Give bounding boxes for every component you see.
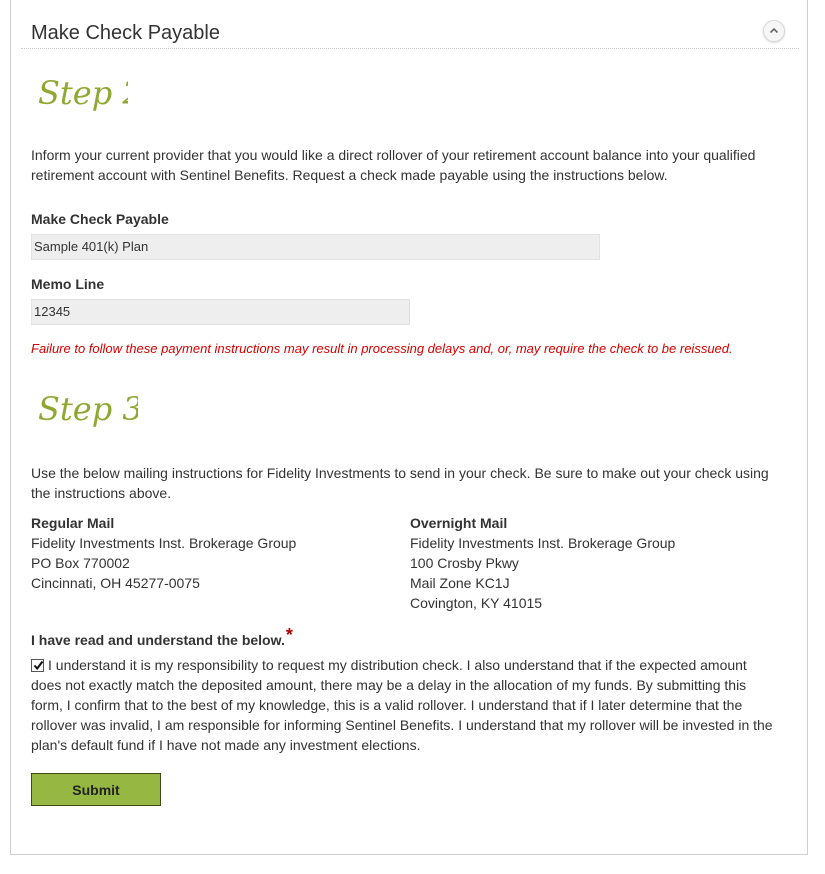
- overnight-mail-address: Overnight Mail Fidelity Investments Inst…: [410, 513, 675, 613]
- step-3-intro: Use the below mailing instructions for F…: [31, 465, 769, 501]
- acknowledge-row: I understand it is my responsibility to …: [31, 655, 781, 755]
- regular-mail-line: Cincinnati, OH 45277-0075: [31, 575, 200, 591]
- required-asterisk: *: [285, 625, 293, 645]
- overnight-mail-line: Covington, KY 41015: [410, 595, 543, 611]
- overnight-mail-line: Mail Zone KC1J: [410, 575, 510, 591]
- svg-text:Step 2: Step 2: [38, 74, 128, 112]
- overnight-mail-line: 100 Crosby Pkwy: [410, 555, 519, 571]
- step-2-heading: Step 2: [38, 72, 128, 122]
- panel-header: Make Check Payable: [21, 14, 799, 49]
- memo-field[interactable]: 12345: [31, 299, 410, 325]
- payable-field[interactable]: Sample 401(k) Plan: [31, 234, 600, 260]
- acknowledge-label-text: I have read and understand the below.: [31, 632, 285, 648]
- submit-button[interactable]: Submit: [31, 773, 161, 806]
- regular-mail-line: Fidelity Investments Inst. Brokerage Gro…: [31, 535, 297, 551]
- chevron-up-icon: [769, 27, 779, 34]
- panel-title: Make Check Payable: [31, 22, 220, 44]
- regular-mail-address: Regular Mail Fidelity Investments Inst. …: [31, 513, 296, 593]
- overnight-mail-title: Overnight Mail: [410, 515, 508, 531]
- step-2-intro: Inform your current provider that you wo…: [31, 147, 756, 183]
- step-3-heading: Step 3: [38, 388, 138, 438]
- svg-text:Step 3: Step 3: [38, 390, 138, 428]
- acknowledge-checkbox[interactable]: [31, 659, 44, 672]
- collapse-button[interactable]: [763, 20, 785, 42]
- acknowledge-text: I understand it is my responsibility to …: [31, 657, 773, 753]
- regular-mail-line: PO Box 770002: [31, 555, 130, 571]
- overnight-mail-line: Fidelity Investments Inst. Brokerage Gro…: [410, 535, 676, 551]
- memo-label: Memo Line: [31, 276, 105, 292]
- checkmark-icon: [33, 660, 44, 671]
- acknowledge-label: I have read and understand the below.*: [31, 625, 293, 650]
- payment-warning: Failure to follow these payment instruct…: [31, 341, 733, 356]
- regular-mail-title: Regular Mail: [31, 515, 115, 531]
- payable-label: Make Check Payable: [31, 211, 169, 227]
